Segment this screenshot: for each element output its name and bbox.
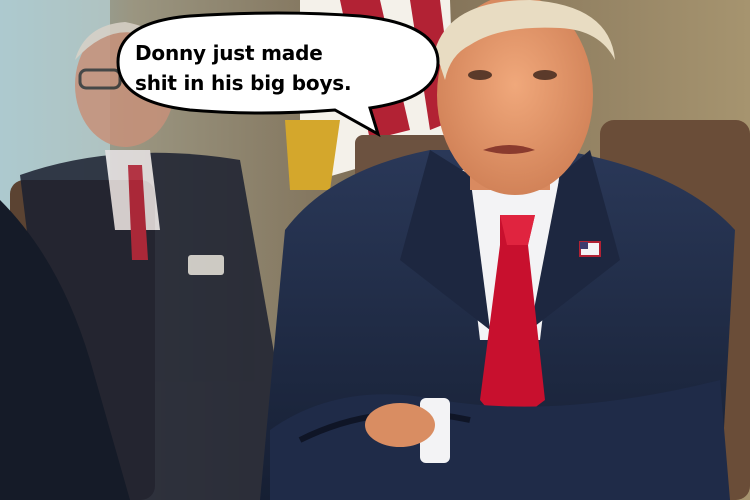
caption-line-1: Donny just made (135, 41, 323, 65)
meme-image: Donny just made shit in his big boys. (0, 0, 750, 500)
caption-line-2: shit in his big boys. (135, 71, 352, 95)
bubble-caption: Donny just made shit in his big boys. (135, 38, 435, 98)
